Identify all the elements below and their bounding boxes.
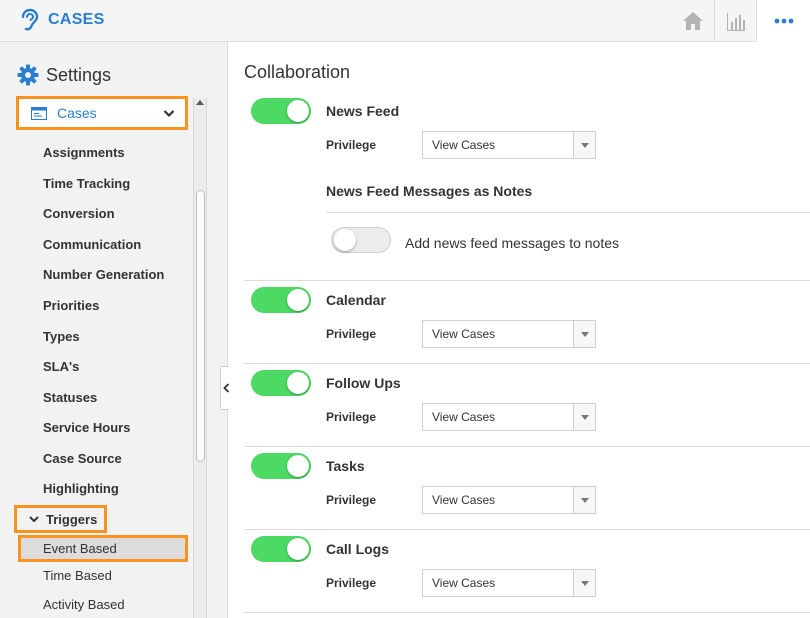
calendar-privilege-select[interactable]: View Cases	[422, 320, 596, 348]
sidebar-item-communication[interactable]: Communication	[43, 237, 141, 252]
scroll-up-arrow[interactable]	[196, 100, 204, 105]
divider	[244, 363, 810, 364]
home-button[interactable]	[672, 0, 714, 42]
select-value: View Cases	[432, 138, 496, 152]
toggle-knob	[287, 289, 309, 311]
call-logs-toggle[interactable]	[251, 536, 311, 562]
sidebar-subitem-time-based[interactable]: Time Based	[43, 568, 112, 583]
app-title: CASES	[48, 11, 105, 28]
main-panel: Collaboration News Feed Privilege View C…	[229, 42, 810, 618]
tasks-toggle[interactable]	[251, 453, 311, 479]
call-logs-title: Call Logs	[326, 541, 390, 557]
divider	[326, 212, 810, 213]
follow-ups-toggle[interactable]	[251, 370, 311, 396]
more-dots-icon	[774, 18, 793, 23]
caret-down-icon	[573, 570, 595, 596]
caret-down-icon	[573, 321, 595, 347]
calendar-toggle[interactable]	[251, 287, 311, 313]
section-title: Collaboration	[244, 62, 351, 82]
select-value: View Cases	[432, 576, 496, 590]
more-button[interactable]	[756, 0, 810, 42]
toggle-knob	[287, 538, 309, 560]
sidebar-item-time-tracking[interactable]: Time Tracking	[43, 176, 130, 191]
toggle-knob	[287, 455, 309, 477]
chevron-down-icon	[163, 110, 175, 118]
top-bar: CASES	[0, 0, 810, 42]
brand[interactable]: CASES	[18, 8, 105, 32]
select-value: View Cases	[432, 327, 496, 341]
triggers-label: Triggers	[46, 511, 98, 527]
divider	[244, 529, 810, 530]
sidebar-item-priorities[interactable]: Priorities	[43, 298, 99, 313]
event-based-label: Event Based	[43, 541, 117, 556]
caret-down-icon	[573, 487, 595, 513]
sidebar-item-slas[interactable]: SLA's	[43, 359, 79, 374]
call-logs-privilege-select[interactable]: View Cases	[422, 569, 596, 597]
sidebar-subitem-event-based[interactable]: Event Based	[18, 535, 188, 562]
toggle-knob	[287, 100, 309, 122]
select-value: View Cases	[432, 493, 496, 507]
notes-option-title: News Feed Messages as Notes	[326, 183, 533, 199]
sidebar-subitem-activity-based[interactable]: Activity Based	[43, 597, 125, 612]
privilege-label: Privilege	[326, 410, 377, 424]
notes-toggle[interactable]	[331, 227, 391, 253]
sidebar-item-highlighting[interactable]: Highlighting	[43, 481, 119, 496]
sidebar-item-case-source[interactable]: Case Source	[43, 451, 122, 466]
news-feed-privilege-select[interactable]: View Cases	[422, 131, 596, 159]
follow-ups-title: Follow Ups	[326, 375, 401, 391]
privilege-label: Privilege	[326, 327, 377, 341]
tasks-privilege-select[interactable]: View Cases	[422, 486, 596, 514]
sidebar-item-number-generation[interactable]: Number Generation	[43, 267, 164, 282]
sidebar-item-statuses[interactable]: Statuses	[43, 390, 97, 405]
news-feed-title: News Feed	[326, 103, 400, 119]
gear-icon	[17, 64, 39, 86]
caret-down-icon	[573, 404, 595, 430]
ear-icon	[21, 8, 39, 31]
divider	[244, 612, 810, 613]
top-actions	[672, 0, 810, 42]
privilege-label: Privilege	[326, 493, 377, 507]
caret-down-icon	[573, 132, 595, 158]
news-feed-toggle[interactable]	[251, 98, 311, 124]
sidebar-item-types[interactable]: Types	[43, 329, 80, 344]
notes-option-label: Add news feed messages to notes	[405, 235, 620, 251]
toggle-knob	[287, 372, 309, 394]
sidebar-scrollbar[interactable]	[193, 98, 207, 618]
follow-ups-privilege-select[interactable]: View Cases	[422, 403, 596, 431]
bar-chart-icon	[726, 13, 745, 31]
window-icon	[31, 106, 47, 120]
settings-sidebar: Settings Cases Assignments Time Tracking…	[0, 42, 228, 618]
divider	[244, 446, 810, 447]
sidebar-item-assignments[interactable]: Assignments	[43, 145, 125, 160]
privilege-label: Privilege	[326, 576, 377, 590]
divider	[244, 280, 810, 281]
sidebar-item-conversion[interactable]: Conversion	[43, 206, 115, 221]
home-icon	[683, 12, 703, 30]
scroll-thumb[interactable]	[196, 190, 205, 462]
tasks-title: Tasks	[326, 458, 365, 474]
calendar-title: Calendar	[326, 292, 386, 308]
privilege-label: Privilege	[326, 138, 377, 152]
settings-title: Settings	[46, 64, 112, 85]
sidebar-item-triggers[interactable]: Triggers	[14, 505, 107, 533]
toggle-knob	[334, 229, 356, 251]
settings-header: Settings	[17, 64, 111, 86]
reports-button[interactable]	[714, 0, 756, 42]
module-dropdown[interactable]: Cases	[16, 96, 188, 130]
chevron-down-icon	[29, 515, 39, 522]
select-value: View Cases	[432, 410, 496, 424]
module-label: Cases	[57, 105, 97, 121]
sidebar-item-service-hours[interactable]: Service Hours	[43, 420, 130, 435]
